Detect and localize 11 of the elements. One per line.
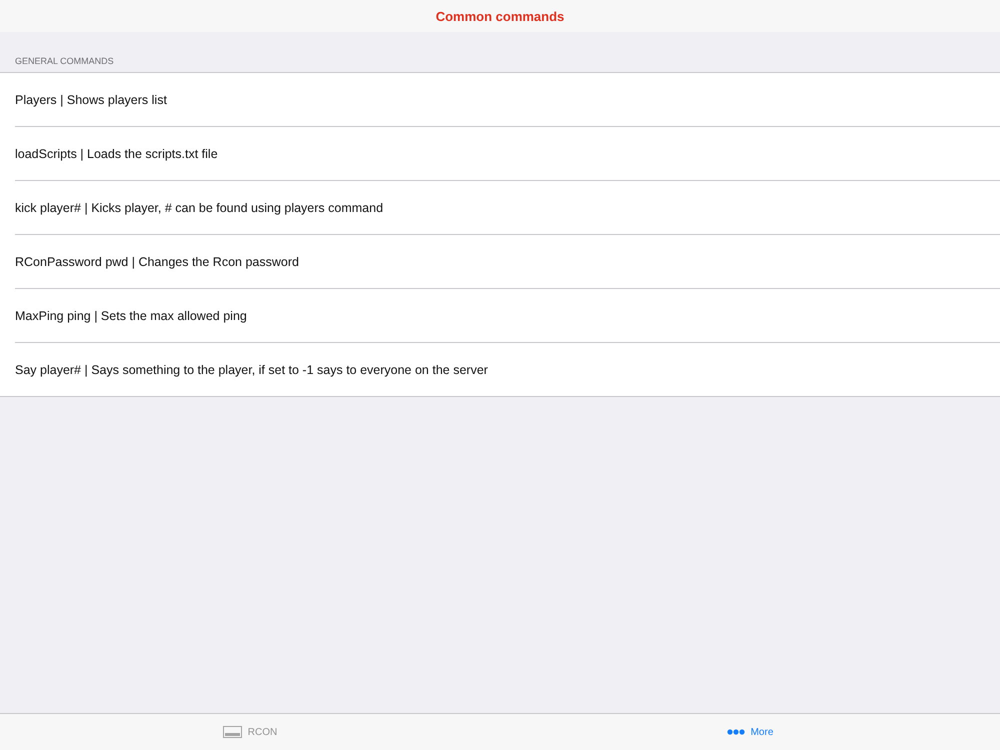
screen-icon [222,726,242,738]
command-label[interactable]: MaxPing ping | Sets the max allowed ping [15,308,247,322]
command-label[interactable]: Players | Shows players list [15,92,167,106]
command-label[interactable]: Say player# | Says something to the player, if set to -1 says to everyone on the server [15,362,488,376]
command-label[interactable]: kick player# | Kicks player, # can be found using players command [15,200,384,214]
more-icon [726,729,745,735]
command-label[interactable]: RConPassword pwd | Changes the Rcon password [15,254,299,268]
nav-title: Common commands [436,8,564,24]
tab[interactable]: More [500,714,1000,750]
command-label[interactable]: loadScripts | Loads the scripts.txt file [15,146,218,160]
section-header: GENERAL COMMANDS [15,56,114,66]
